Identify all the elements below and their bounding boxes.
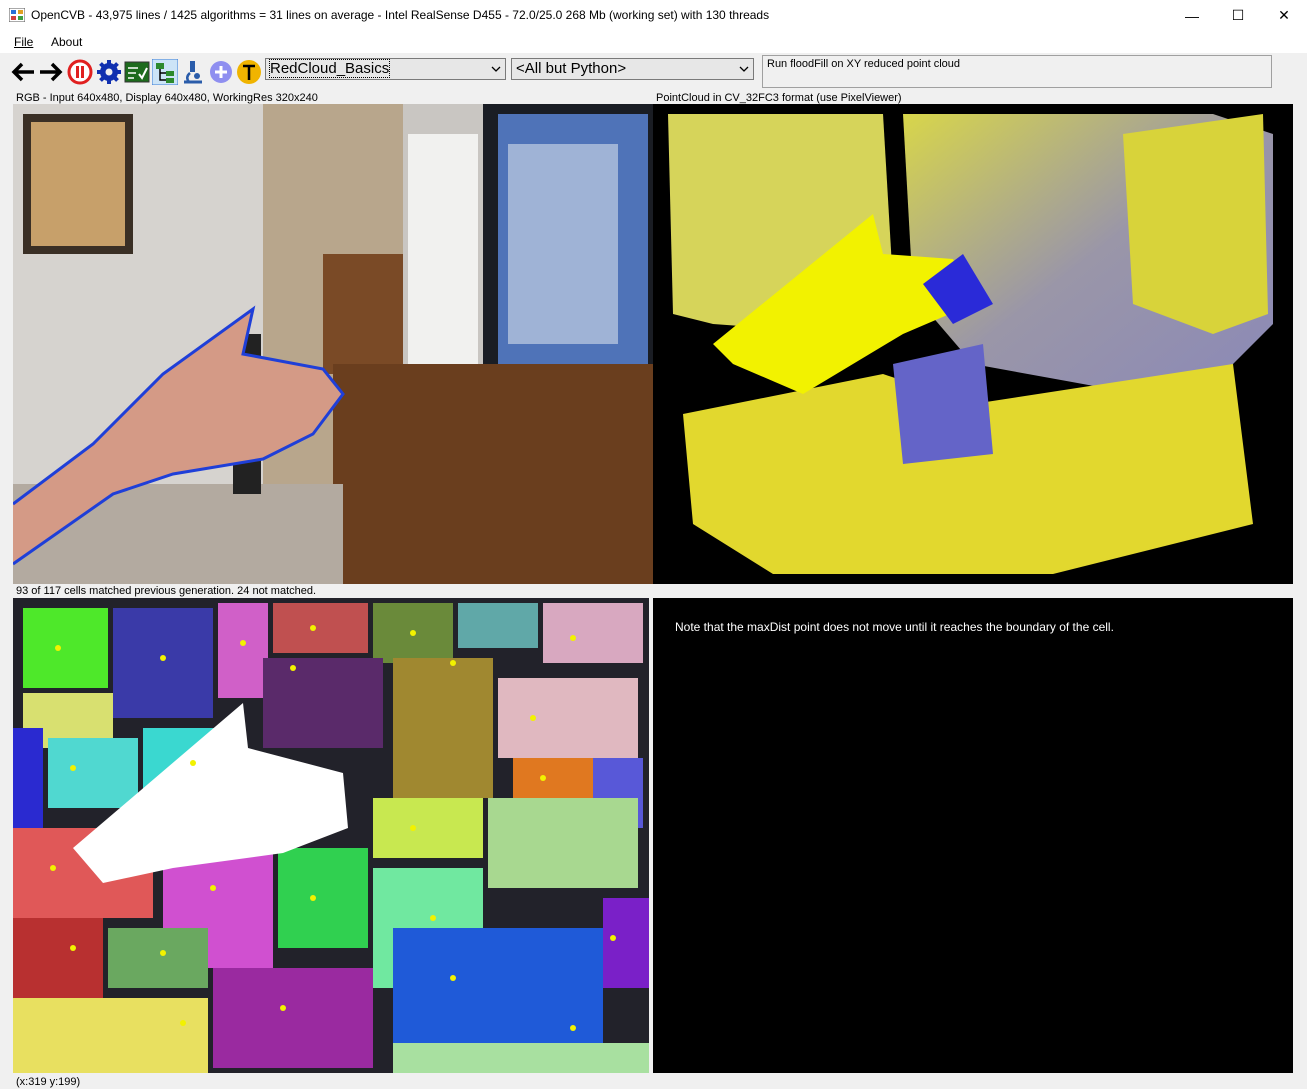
tree-view-icon[interactable] [152,59,178,85]
translator-icon[interactable] [236,59,262,85]
test-all-icon[interactable] [124,59,150,85]
algorithm-description: Run floodFill on XY reduced point cloud [762,55,1272,88]
chevron-down-icon [491,66,501,72]
pause-icon[interactable] [67,59,93,85]
forward-arrow-icon[interactable] [38,59,64,85]
gear-icon[interactable] [96,59,122,85]
back-arrow-icon[interactable] [10,59,36,85]
algorithm-select[interactable]: RedCloud_Basics [265,58,506,80]
menu-bar: File About [0,31,1307,53]
title-bar: OpenCVB - 43,975 lines / 1425 algorithms… [0,0,1307,31]
chevron-down-icon [739,66,749,72]
pointcloud-image [668,114,1273,574]
mouse-coordinates: (x:319 y:199) [16,1076,81,1088]
redcloud-cells-pane[interactable] [13,598,649,1073]
rgb-pane-label: RGB - Input 640x480, Display 640x480, Wo… [16,92,318,104]
plus-icon[interactable] [208,59,234,85]
note-pane: Note that the maxDist point does not mov… [653,598,1293,1073]
group-select-value: <All but Python> [516,60,627,77]
maximize-button[interactable]: ☐ [1215,0,1261,31]
microscope-icon[interactable] [180,59,206,85]
algorithm-note: Note that the maxDist point does not mov… [675,620,1114,634]
group-select[interactable]: <All but Python> [511,58,754,80]
menu-about[interactable]: About [51,35,82,49]
redcloud-pane-label: 93 of 117 cells matched previous generat… [16,585,317,597]
rgb-camera-image [13,104,653,584]
minimize-button[interactable]: — [1169,0,1215,31]
window-title: OpenCVB - 43,975 lines / 1425 algorithms… [31,8,770,22]
algorithm-select-value: RedCloud_Basics [268,59,391,78]
menu-file[interactable]: File [14,35,33,49]
close-button[interactable]: ✕ [1261,0,1307,31]
rgb-image-pane[interactable] [13,104,653,584]
toolbar: RedCloud_Basics <All but Python> Run flo… [0,53,1307,91]
pointcloud-pane[interactable] [653,104,1293,584]
redcloud-cells-image [13,598,649,1073]
pointcloud-pane-label: PointCloud in CV_32FC3 format (use Pixel… [656,92,902,104]
app-icon [9,8,25,22]
